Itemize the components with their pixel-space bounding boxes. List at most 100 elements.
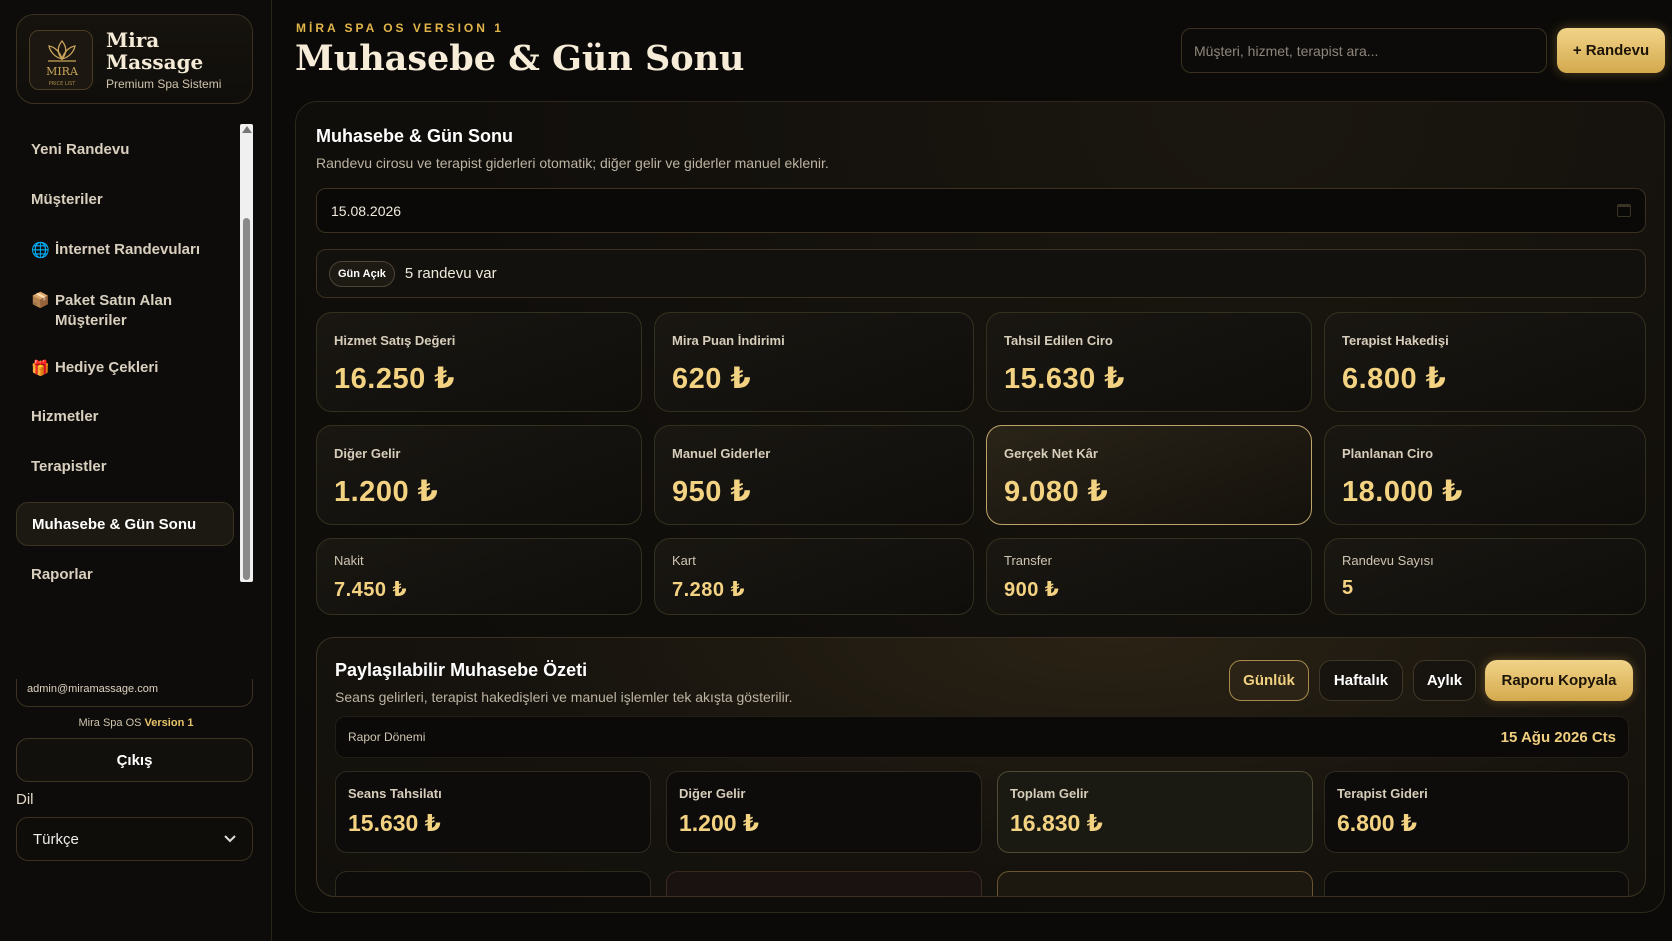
stat-label: Hizmet Satış Değeri [334, 333, 456, 348]
sidebar-item-accounting[interactable]: Muhasebe & Gün Sonu [16, 502, 234, 546]
globe-icon: 🌐 [31, 242, 50, 259]
report-card-label: Seans Tahsilatı [348, 786, 442, 801]
sidebar-nav: Yeni Randevu Müşteriler 🌐 İnternet Rande… [16, 124, 236, 582]
tab-weekly[interactable]: Haftalık [1319, 660, 1403, 701]
status-text: 5 randevu var [404, 265, 497, 282]
add-appointment-button[interactable]: + Randevu [1557, 28, 1665, 73]
brand-logo: MIRA PRICE LIST [29, 30, 93, 90]
sidebar-item-label: Muhasebe & Gün Sonu [32, 515, 197, 533]
sidebar-item-label: Müşteriler [31, 191, 103, 208]
sidebar-item-therapists[interactable]: Terapistler [16, 458, 234, 475]
brand-title-line1: Mira [106, 28, 160, 52]
report-card-value: 6.800 ₺ [1337, 810, 1417, 836]
stat-label: Terapist Hakedişi [1342, 333, 1449, 348]
stat-label: Mira Puan İndirimi [672, 333, 785, 348]
stat-card-collected-revenue: Tahsil Edilen Ciro 15.630 ₺ [986, 312, 1312, 412]
brand-title-line2: Massage [106, 50, 204, 74]
tab-monthly[interactable]: Aylık [1413, 660, 1476, 701]
stat-value: 9.080 ₺ [1004, 476, 1109, 508]
stat-label: Tahsil Edilen Ciro [1004, 333, 1113, 348]
user-email: admin@miramassage.com [16, 679, 253, 707]
stat-card-planned-revenue: Planlanan Ciro 18.000 ₺ [1324, 425, 1646, 525]
report-card-session-collection: Seans Tahsilatı 15.630 ₺ [335, 771, 651, 853]
report-card-label: Diğer Gelir [679, 786, 746, 801]
report-card-other-income: Diğer Gelir 1.200 ₺ [666, 771, 982, 853]
package-icon: 📦 [31, 292, 50, 309]
brand-card[interactable]: MIRA PRICE LIST Mira Massage Premium Spa… [16, 14, 253, 104]
sidebar-item-label: Yeni Randevu [31, 141, 130, 158]
stat-value: 15.630 ₺ [1004, 363, 1125, 395]
report-card-therapist-expense: Terapist Gideri 6.800 ₺ [1324, 771, 1629, 853]
sidebar-item-online-appointments[interactable]: 🌐 İnternet Randevuları [16, 241, 234, 259]
report-card-label: Terapist Gideri [1337, 786, 1428, 801]
stat-label: Planlanan Ciro [1342, 446, 1434, 461]
stat-value: 900 ₺ [1004, 579, 1060, 601]
stat-card-manual-expenses: Manuel Giderler 950 ₺ [654, 425, 974, 525]
period-value: 15 Ağu 2026 Cts [1500, 728, 1616, 746]
tab-daily[interactable]: Günlük [1229, 660, 1309, 701]
stat-value: 620 ₺ [672, 363, 752, 395]
sidebar-item-label: Terapistler [31, 458, 107, 475]
sidebar-item-package-customers[interactable]: 📦 Paket Satın Alan Müşteriler [16, 291, 234, 331]
stat-value: 950 ₺ [672, 476, 752, 508]
stat-value: 5 [1342, 577, 1354, 599]
sidebar-scrollbar-thumb[interactable] [243, 218, 250, 580]
stat-label: Manuel Giderler [672, 446, 771, 461]
stat-card-card: Kart 7.280 ₺ [654, 538, 974, 615]
report-card-label: Toplam Gelir [1010, 786, 1089, 801]
report-subtitle: Seans gelirleri, terapist hakedişleri ve… [335, 689, 793, 705]
brand-title: Mira Massage [106, 29, 203, 73]
sidebar-item-label: Hizmetler [31, 408, 99, 425]
search-input[interactable]: Müşteri, hizmet, terapist ara... [1181, 28, 1547, 73]
stat-value: 7.280 ₺ [672, 579, 746, 601]
stat-card-service-sales: Hizmet Satış Değeri 16.250 ₺ [316, 312, 642, 412]
report-period: Rapor Dönemi 15 Ağu 2026 Cts [335, 716, 1629, 758]
language-label: Dil [16, 791, 34, 808]
copy-report-button[interactable]: Raporu Kopyala [1485, 660, 1633, 701]
stat-label: Nakit [334, 553, 364, 568]
date-value: 15.08.2026 [331, 202, 402, 219]
gift-icon: 🎁 [31, 360, 50, 377]
stat-card-appointment-count: Randevu Sayısı 5 [1324, 538, 1646, 615]
report-title: Paylaşılabilir Muhasebe Özeti [335, 660, 588, 680]
sidebar-item-customers[interactable]: Müşteriler [16, 191, 234, 208]
stat-label: Gerçek Net Kâr [1004, 446, 1098, 461]
stat-label: Kart [672, 553, 696, 568]
report-card-total-income: Toplam Gelir 16.830 ₺ [997, 771, 1313, 853]
sidebar-item-new-appointment[interactable]: Yeni Randevu [16, 141, 234, 158]
date-field[interactable]: 15.08.2026 [316, 188, 1646, 233]
day-status-bar: Gün Açık 5 randevu var [316, 249, 1646, 298]
language-select[interactable]: Türkçe [16, 817, 253, 861]
lotus-icon: MIRA PRICE LIST [46, 39, 79, 87]
sidebar-item-label: Raporlar [31, 566, 93, 582]
stat-label: Transfer [1004, 553, 1052, 568]
sidebar-item-reports[interactable]: Raporlar [16, 566, 234, 582]
panel-title: Muhasebe & Gün Sonu [316, 126, 514, 146]
version-label: Version 1 [144, 717, 194, 729]
report-card-partial [997, 871, 1313, 896]
report-card-partial [1324, 871, 1629, 896]
page-title: Muhasebe & Gün Sonu [295, 38, 745, 79]
report-card-value: 15.630 ₺ [348, 810, 441, 836]
stat-value: 7.450 ₺ [334, 579, 408, 601]
stat-card-transfer: Transfer 900 ₺ [986, 538, 1312, 615]
sidebar-item-label: Hediye Çekleri [55, 359, 159, 376]
sidebar-item-services[interactable]: Hizmetler [16, 408, 234, 425]
sidebar-item-gift-cards[interactable]: 🎁 Hediye Çekleri [16, 359, 234, 377]
panel-subtitle: Randevu cirosu ve terapist giderleri oto… [316, 155, 829, 171]
sidebar-item-label: Paket Satın Alan Müşteriler [55, 292, 172, 329]
logout-button[interactable]: Çıkış [16, 738, 253, 782]
stat-label: Diğer Gelir [334, 446, 401, 461]
stat-value: 6.800 ₺ [1342, 363, 1447, 395]
stat-label: Randevu Sayısı [1342, 553, 1434, 568]
chevron-down-icon [224, 835, 236, 843]
calendar-icon[interactable] [1617, 204, 1631, 217]
stat-value: 18.000 ₺ [1342, 476, 1463, 508]
accounting-panel: Muhasebe & Gün Sonu Randevu cirosu ve te… [295, 101, 1665, 913]
report-card-partial [666, 871, 982, 896]
language-value: Türkçe [33, 830, 79, 848]
scroll-up-arrow-icon[interactable] [242, 126, 252, 133]
stat-card-therapist-earnings: Terapist Hakedişi 6.800 ₺ [1324, 312, 1646, 412]
period-label: Rapor Dönemi [348, 730, 426, 744]
stat-card-other-income: Diğer Gelir 1.200 ₺ [316, 425, 642, 525]
